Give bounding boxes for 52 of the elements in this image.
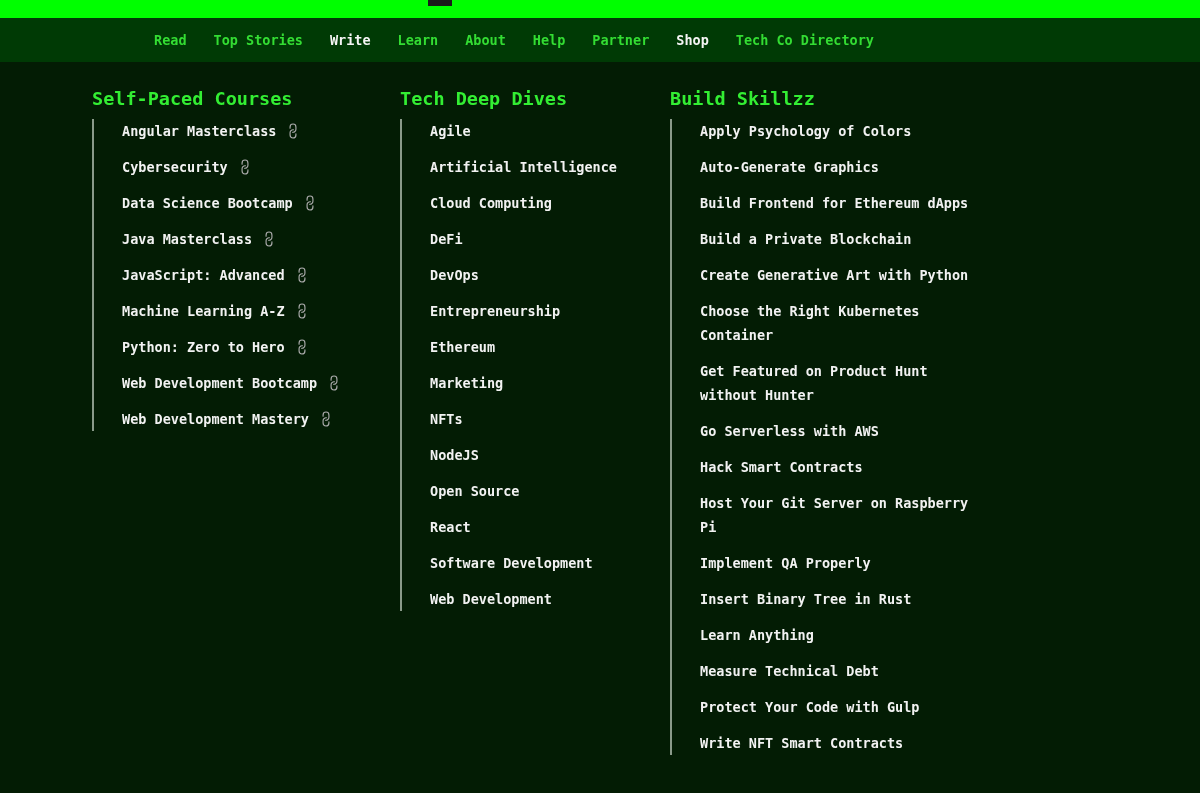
menu-link[interactable]: Build a Private Blockchain [700,227,912,251]
menu-link[interactable]: Build Frontend for Ethereum dApps [700,191,969,215]
nav-link[interactable]: Read [154,32,187,48]
menu-link[interactable]: Cybersecurity [122,155,228,179]
menu-link[interactable]: Software Development [430,551,593,575]
menu-link[interactable]: Ethereum [430,335,496,359]
nav-link[interactable]: Shop [676,32,709,48]
menu-link[interactable]: Create Generative Art with Python [700,263,969,287]
nav-link[interactable]: Learn [397,32,439,48]
menu-link[interactable]: React [430,515,471,539]
nav-link[interactable]: Write [329,32,371,48]
column-heading: Tech Deep Dives [400,88,569,109]
menu-link[interactable]: Write NFT Smart Contracts [700,731,904,755]
menu-link[interactable]: Python: Zero to Hero [122,335,285,359]
menu-link[interactable]: Get Featured on Product Hunt without Hunter [700,359,990,407]
menu-link[interactable]: Angular Masterclass [122,119,277,143]
menu-link[interactable]: Protect Your Code with Gulp [700,695,920,719]
menu-link[interactable]: Go Serverless with AWS [700,419,879,443]
menu-link[interactable]: Web Development [430,587,552,611]
menu-link[interactable]: Auto-Generate Graphics [700,155,879,179]
menu-link[interactable]: Agile [430,119,471,143]
menu-link[interactable]: Learn Anything [700,623,814,647]
menu-link[interactable]: Insert Binary Tree in Rust [700,587,912,611]
menu-link[interactable]: Web Development Mastery [122,407,309,431]
menu-link[interactable]: DeFi [430,227,463,251]
column-heading: Build Skillzz [670,88,816,109]
nav-link[interactable]: Tech Co Directory [735,32,874,48]
menu-link[interactable]: Artificial Intelligence [430,155,617,179]
column-heading: Self-Paced Courses [92,88,294,109]
menu-link[interactable]: Machine Learning A-Z [122,299,285,323]
menu-link[interactable]: Data Science Bootcamp [122,191,293,215]
menu-link[interactable]: Apply Psychology of Colors [700,119,912,143]
dark-block [428,0,452,6]
menu-link[interactable]: JavaScript: Advanced [122,263,285,287]
menu-link[interactable]: DevOps [430,263,479,287]
menu-link[interactable]: Hack Smart Contracts [700,455,863,479]
menu-link[interactable]: Open Source [430,479,520,503]
menu-link[interactable]: Measure Technical Debt [700,659,879,683]
menu-link[interactable]: Java Masterclass [122,227,253,251]
menu-link[interactable]: Implement QA Properly [700,551,871,575]
menu-link[interactable]: Marketing [430,371,504,395]
menu-link[interactable]: NFTs [430,407,463,431]
nav-link[interactable]: Partner [592,32,650,48]
nav-link[interactable]: Top Stories [213,32,303,48]
menu-link[interactable]: Cloud Computing [430,191,552,215]
menu-link[interactable]: Choose the Right Kubernetes Container [700,299,990,347]
nav-link[interactable]: About [465,32,506,48]
menu-link[interactable]: Host Your Git Server on Raspberry Pi [700,491,990,539]
menu-link[interactable]: NodeJS [430,443,479,467]
nav-link[interactable]: Help [532,32,566,48]
menu-link[interactable]: Entrepreneurship [430,299,561,323]
menu-link[interactable]: Web Development Bootcamp [122,371,318,395]
